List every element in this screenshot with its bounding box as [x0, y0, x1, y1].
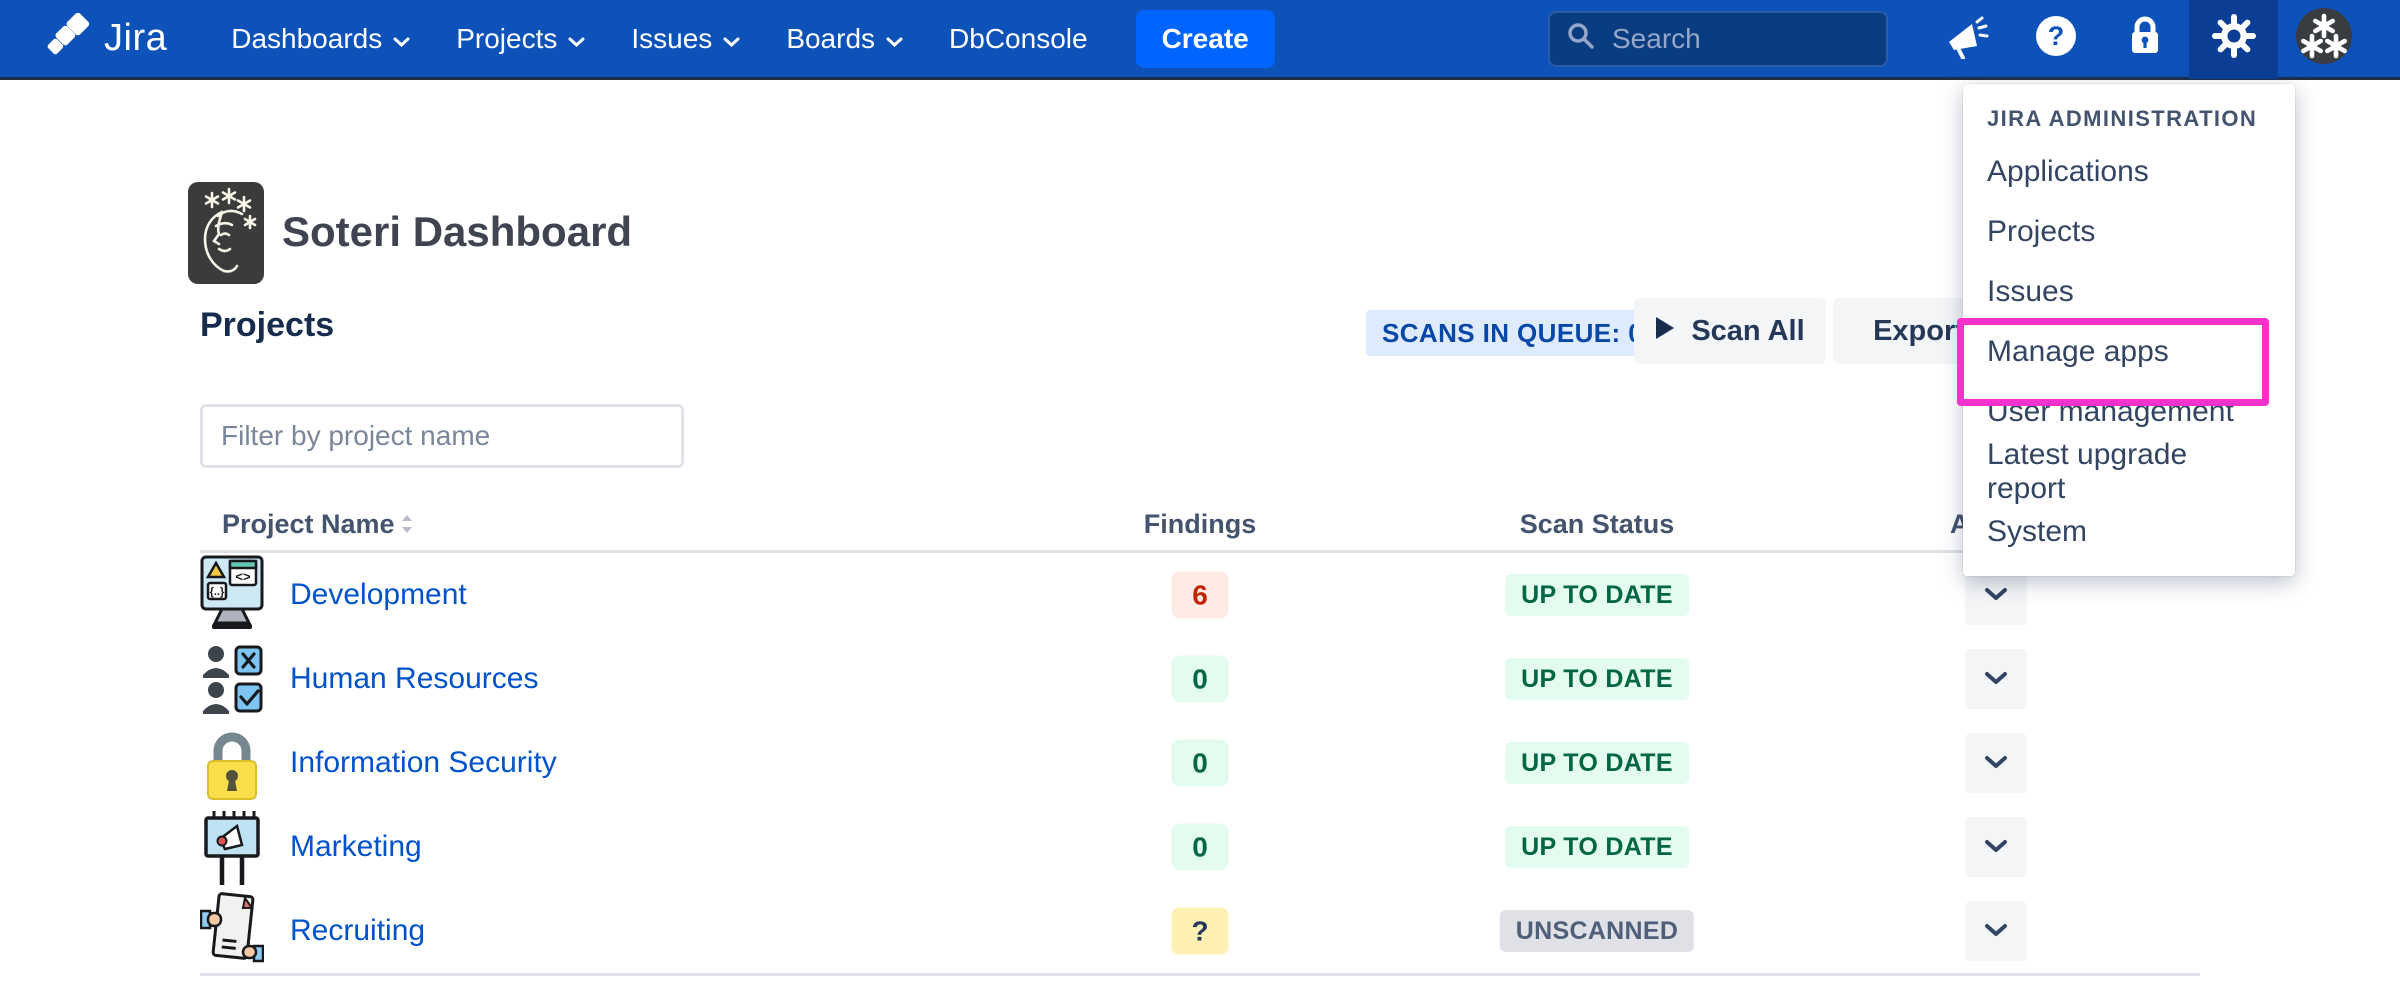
projects-section-title: Projects [200, 306, 334, 345]
scan-all-label: Scan All [1691, 315, 1804, 348]
chevron-down-icon [886, 23, 903, 55]
navbar-search-box[interactable] [1548, 11, 1888, 67]
page-title: Soteri Dashboard [282, 208, 632, 256]
lock-icon [2124, 13, 2166, 64]
menu-item-user-management[interactable]: User management [1963, 382, 2295, 442]
nav-item-label: Issues [631, 23, 712, 55]
table-row-human-resources: Human Resources 0 UP TO DATE [200, 637, 2200, 721]
nav-item-boards[interactable]: Boards [786, 23, 903, 55]
row-actions-button-recruiting[interactable] [1965, 901, 2027, 961]
scan-status-badge: UP TO DATE [1505, 826, 1689, 868]
svg-text:{..}: {..} [210, 586, 225, 598]
project-link-information-security[interactable]: Information Security [290, 746, 557, 780]
row-actions-button-marketing[interactable] [1965, 817, 2027, 877]
chevron-down-icon [393, 23, 410, 55]
search-input[interactable] [1610, 22, 1870, 56]
menu-item-applications[interactable]: Applications [1963, 142, 2295, 202]
jira-logo-icon [46, 13, 92, 64]
nav-item-label: Boards [786, 23, 875, 55]
table-row-marketing: Marketing 0 UP TO DATE [200, 805, 2200, 889]
nav-item-label: DbConsole [949, 23, 1088, 55]
column-header-scan-status: Scan Status [1507, 509, 1687, 540]
project-link-human-resources[interactable]: Human Resources [290, 662, 538, 696]
findings-badge: 0 [1172, 740, 1229, 787]
table-header-row: Project Name Findings Scan Status Action… [200, 505, 2200, 553]
top-navbar: Jira Dashboards Projects Issues Boards D… [0, 0, 2400, 80]
megaphone-icon [1944, 13, 1990, 64]
information-security-project-icon [200, 721, 264, 805]
table-row-information-security: Information Security 0 UP TO DATE [200, 721, 2200, 805]
nav-item-label: Dashboards [231, 23, 382, 55]
scan-status-badge: UP TO DATE [1505, 658, 1689, 700]
jira-administration-menu: JIRA ADMINISTRATION Applications Project… [1963, 84, 2295, 576]
project-link-recruiting[interactable]: Recruiting [290, 914, 425, 948]
marketing-project-icon [200, 805, 264, 889]
menu-item-latest-upgrade-report[interactable]: Latest upgrade report [1963, 442, 2295, 502]
announcement-button[interactable] [1922, 0, 2011, 79]
user-avatar[interactable] [2278, 0, 2370, 79]
soteri-app-icon [188, 182, 264, 284]
scans-in-queue-badge: SCANS IN QUEUE: 0 [1366, 310, 1659, 356]
column-header-findings: Findings [1140, 509, 1260, 540]
nav-menu: Dashboards Projects Issues Boards DbCons… [231, 23, 1087, 55]
project-link-marketing[interactable]: Marketing [290, 830, 422, 864]
chevron-down-icon [1984, 671, 2008, 688]
gear-icon [2211, 13, 2257, 64]
jira-logo-text: Jira [104, 17, 167, 60]
chevron-down-icon [1984, 755, 2008, 772]
menu-item-system[interactable]: System [1963, 502, 2295, 562]
svg-text:<>: <> [235, 569, 251, 584]
chevron-down-icon [723, 23, 740, 55]
help-button[interactable]: ? [2011, 0, 2100, 79]
table-row-development: <> {..} Development 6 UP TO DATE [200, 553, 2200, 637]
jira-logo[interactable]: Jira [46, 13, 167, 64]
nav-item-projects[interactable]: Projects [456, 23, 585, 55]
project-link-development[interactable]: Development [290, 578, 467, 612]
svg-text:?: ? [2047, 21, 2064, 51]
soteri-dashboard-screen: Jira Dashboards Projects Issues Boards D… [0, 0, 2400, 993]
nav-item-label: Projects [456, 23, 557, 55]
table-row-recruiting: Recruiting ? UNSCANNED [200, 889, 2200, 976]
settings-button[interactable] [2189, 0, 2278, 79]
menu-item-issues[interactable]: Issues [1963, 262, 2295, 322]
recruiting-project-icon [200, 889, 264, 973]
chevron-down-icon [1984, 587, 2008, 604]
help-icon: ? [2033, 13, 2079, 64]
nav-item-issues[interactable]: Issues [631, 23, 740, 55]
findings-badge: 6 [1172, 572, 1229, 619]
scan-status-badge: UNSCANNED [1500, 910, 1694, 952]
projects-table: Project Name Findings Scan Status Action… [200, 505, 2200, 976]
create-button[interactable]: Create [1136, 10, 1275, 68]
development-project-icon: <> {..} [200, 553, 264, 637]
chevron-down-icon [568, 23, 585, 55]
findings-badge: 0 [1172, 656, 1229, 703]
admin-menu-header: JIRA ADMINISTRATION [1963, 106, 2295, 132]
scan-status-badge: UP TO DATE [1505, 574, 1689, 616]
sort-icon[interactable] [400, 513, 414, 540]
play-icon [1655, 315, 1675, 348]
scan-all-button[interactable]: Scan All [1634, 298, 1826, 364]
column-header-project-name: Project Name [222, 509, 395, 540]
menu-item-manage-apps[interactable]: Manage apps [1963, 322, 2295, 382]
search-icon [1566, 21, 1596, 56]
row-actions-button-human-resources[interactable] [1965, 649, 2027, 709]
human-resources-project-icon [200, 637, 264, 721]
chevron-down-icon [1984, 923, 2008, 940]
project-filter-input[interactable] [200, 404, 684, 468]
findings-badge: ? [1172, 908, 1229, 955]
findings-badge: 0 [1172, 824, 1229, 871]
export-label: Export [1873, 315, 1965, 348]
nav-item-dbconsole[interactable]: DbConsole [949, 23, 1088, 55]
nav-item-dashboards[interactable]: Dashboards [231, 23, 410, 55]
row-actions-button-information-security[interactable] [1965, 733, 2027, 793]
scan-status-badge: UP TO DATE [1505, 742, 1689, 784]
chevron-down-icon [1984, 839, 2008, 856]
menu-item-projects[interactable]: Projects [1963, 202, 2295, 262]
soteri-avatar-icon [2295, 7, 2353, 70]
security-button[interactable] [2100, 0, 2189, 79]
